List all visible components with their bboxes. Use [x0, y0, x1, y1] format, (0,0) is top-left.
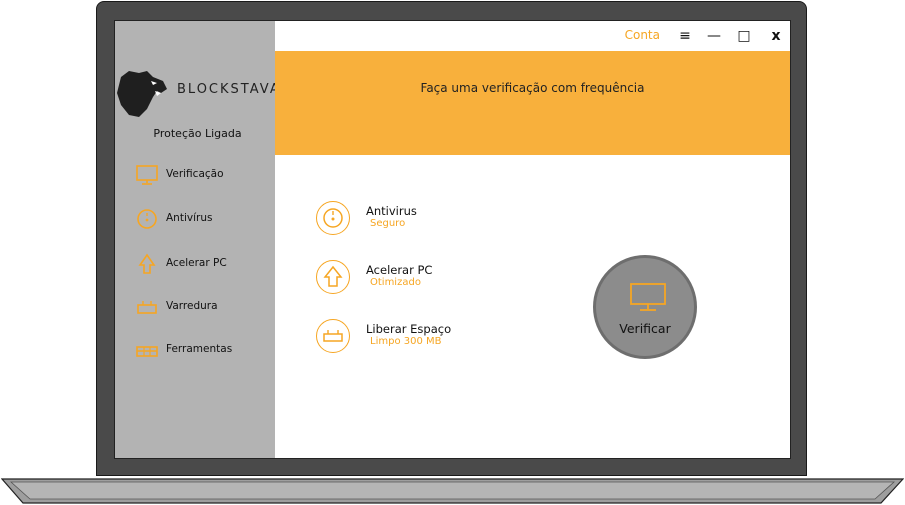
shield-circle-icon [322, 207, 343, 228]
feature-acelerar-pc[interactable]: Acelerar PC Otimizado [316, 260, 566, 300]
feature-status: Seguro [370, 218, 406, 229]
sidebar-item-label: Antivírus [166, 212, 213, 224]
laptop-base [1, 478, 904, 504]
titlebar: Conta ≡ — □ x [275, 21, 790, 51]
sidebar-item-varredura[interactable]: Varredura [135, 295, 275, 319]
feature-icon-frame [316, 201, 350, 235]
sidebar-item-label: Varredura [166, 300, 218, 312]
panther-logo-icon [117, 71, 167, 117]
feature-status: Otimizado [370, 277, 421, 288]
sidebar-item-verificacao[interactable]: Verificação [135, 163, 275, 187]
feature-name: Antivirus [366, 204, 417, 218]
brand-name: BLOCKSTAVA [177, 82, 281, 97]
feature-status: Limpo 300 MB [370, 336, 442, 347]
account-link[interactable]: Conta [625, 28, 660, 42]
monitor-icon [136, 165, 158, 185]
brand-logo: BLOCKSTAVA [117, 69, 279, 119]
rocket-icon [138, 253, 156, 274]
sidebar-item-label: Acelerar PC [166, 257, 227, 269]
rocket-icon [322, 265, 343, 287]
verify-button-label: Verificar [619, 321, 671, 336]
feature-name: Liberar Espaço [366, 322, 452, 336]
feature-icon-frame [316, 319, 350, 353]
menu-icon[interactable]: ≡ [675, 26, 695, 46]
feature-name: Acelerar PC [366, 263, 433, 277]
maximize-button[interactable]: □ [734, 26, 754, 46]
sidebar-item-label: Ferramentas [166, 343, 233, 355]
minimize-button[interactable]: — [704, 26, 724, 46]
toolbox-icon [136, 346, 158, 357]
app-window: BLOCKSTAVA Proteção Ligada Verificação A… [114, 20, 791, 459]
verify-button[interactable]: Verificar [593, 255, 697, 359]
sidebar-item-label: Verificação [166, 168, 224, 180]
sidebar-item-acelerar-pc[interactable]: Acelerar PC [135, 252, 275, 276]
monitor-icon [630, 283, 666, 311]
sidebar: BLOCKSTAVA Proteção Ligada Verificação A… [115, 21, 279, 458]
sidebar-item-ferramentas[interactable]: Ferramentas [135, 338, 275, 362]
broom-icon [137, 301, 157, 314]
sidebar-item-antivirus[interactable]: Antivírus [135, 207, 275, 231]
feature-antivirus[interactable]: Antivirus Seguro [316, 201, 566, 241]
broom-icon [322, 329, 343, 342]
shield-circle-icon [137, 209, 157, 229]
feature-icon-frame [316, 260, 350, 294]
close-button[interactable]: x [766, 26, 786, 46]
protection-status: Proteção Ligada [153, 127, 242, 140]
banner: Faça uma verificação com frequência [275, 51, 790, 155]
feature-liberar-espaco[interactable]: Liberar Espaço Limpo 300 MB [316, 319, 566, 359]
banner-message: Faça uma verificação com frequência [420, 81, 645, 95]
